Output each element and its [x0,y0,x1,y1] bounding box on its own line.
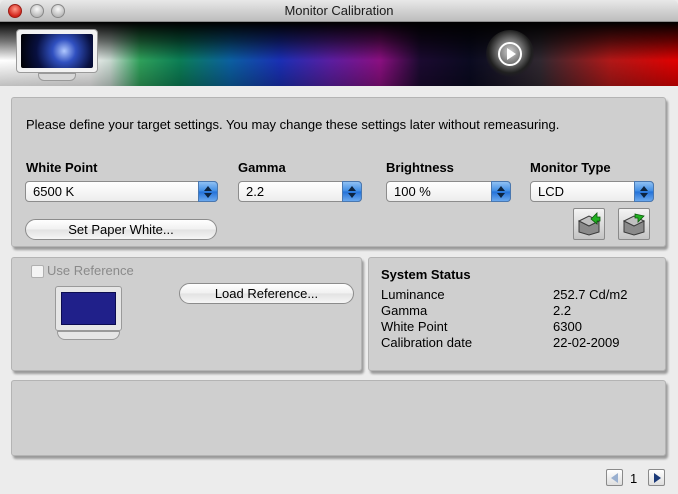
monitor-type-select[interactable]: LCD [530,181,654,202]
folder-open-icon [577,212,601,236]
status-value: 2.2 [553,303,572,318]
next-page-button[interactable] [648,469,665,486]
folder-save-icon [622,213,646,236]
load-reference-button[interactable]: Load Reference... [179,283,354,304]
page-number: 1 [630,471,638,486]
arrow-right-icon [654,473,661,483]
gamma-select[interactable]: 2.2 [238,181,362,202]
system-status-panel: System Status Luminance 252.7 Cd/m2 Gamm… [368,257,666,371]
status-label: Gamma [381,303,428,318]
set-paper-white-button[interactable]: Set Paper White... [25,219,217,240]
popup-arrows-icon [342,181,362,202]
target-settings-panel: Please define your target settings. You … [11,97,666,247]
status-label: Calibration date [381,335,473,350]
gamma-value: 2.2 [246,184,265,199]
system-status-title: System Status [381,267,471,282]
white-point-select[interactable]: 6500 K [25,181,218,202]
brightness-label: Brightness [386,160,454,175]
reference-panel: Use Reference Load Reference... [11,257,362,371]
play-logo-icon [486,30,534,78]
use-reference-label: Use Reference [47,263,134,278]
status-value: 252.7 Cd/m2 [553,287,628,302]
intro-text: Please define your target settings. You … [26,117,560,132]
brightness-select[interactable]: 100 % [386,181,511,202]
message-panel [11,380,666,456]
reference-monitor-icon [55,286,122,340]
save-settings-button[interactable] [618,208,650,240]
open-settings-button[interactable] [573,208,605,240]
popup-arrows-icon [198,181,218,202]
title-bar: Monitor Calibration [0,0,678,22]
use-reference-checkbox[interactable] [31,265,44,278]
status-value: 6300 [553,319,582,334]
white-point-value: 6500 K [33,184,75,199]
monitor-type-label: Monitor Type [530,160,611,175]
previous-page-button[interactable] [606,469,623,486]
popup-arrows-icon [491,181,511,202]
status-label: White Point [381,319,448,334]
header-banner [0,22,678,86]
monitor-type-value: LCD [538,184,565,199]
gamma-label: Gamma [238,160,286,175]
window-title: Monitor Calibration [284,3,394,18]
white-point-label: White Point [26,160,98,175]
monitor-icon [16,29,98,81]
arrow-left-icon [611,473,618,483]
brightness-value: 100 % [394,184,431,199]
popup-arrows-icon [634,181,654,202]
status-value: 22-02-2009 [553,335,620,350]
status-label: Luminance [381,287,445,302]
